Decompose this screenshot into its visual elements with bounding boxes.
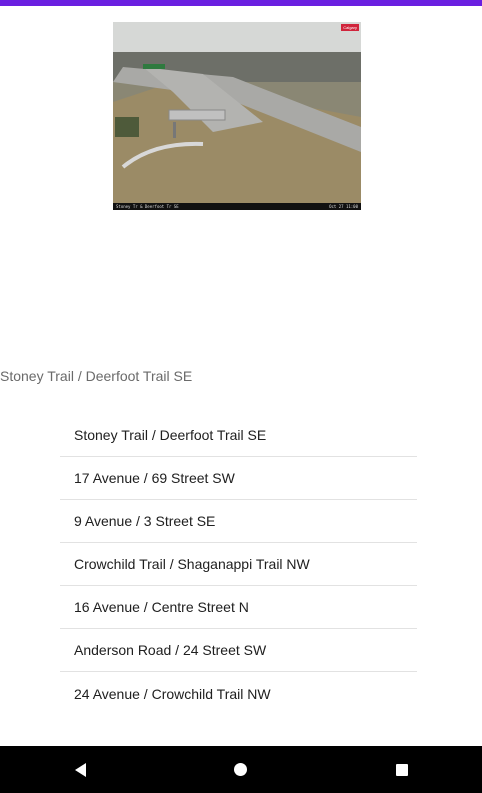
back-triangle-icon xyxy=(74,762,86,777)
recents-button[interactable] xyxy=(372,746,432,793)
list-item[interactable]: 24 Avenue / Crowchild Trail NW xyxy=(60,672,417,715)
city-logo: Calgary xyxy=(341,24,359,31)
camera-caption-timestamp: Oct 27 11:00 xyxy=(329,204,358,209)
camera-list: Stoney Trail / Deerfoot Trail SE 17 Aven… xyxy=(60,414,417,715)
camera-scene xyxy=(113,22,361,210)
list-item[interactable]: Crowchild Trail / Shaganappi Trail NW xyxy=(60,543,417,586)
selected-camera-label: Stoney Trail / Deerfoot Trail SE xyxy=(0,368,193,384)
home-circle-icon xyxy=(234,763,248,776)
back-button[interactable] xyxy=(50,746,110,793)
status-bar xyxy=(0,0,482,6)
traffic-camera-image: Calgary Stoney Tr & Deerfoot Tr SE Oct 2… xyxy=(113,22,361,210)
home-button[interactable] xyxy=(211,746,271,793)
list-item[interactable]: 16 Avenue / Centre Street N xyxy=(60,586,417,629)
list-item[interactable]: Anderson Road / 24 Street SW xyxy=(60,629,417,672)
camera-caption: Stoney Tr & Deerfoot Tr SE Oct 27 11:00 xyxy=(113,203,361,210)
list-item[interactable]: Stoney Trail / Deerfoot Trail SE xyxy=(60,414,417,457)
navigation-bar xyxy=(0,746,482,793)
list-item[interactable]: 17 Avenue / 69 Street SW xyxy=(60,457,417,500)
recents-square-icon xyxy=(395,763,408,776)
list-item[interactable]: 9 Avenue / 3 Street SE xyxy=(60,500,417,543)
camera-caption-location: Stoney Tr & Deerfoot Tr SE xyxy=(116,204,179,209)
